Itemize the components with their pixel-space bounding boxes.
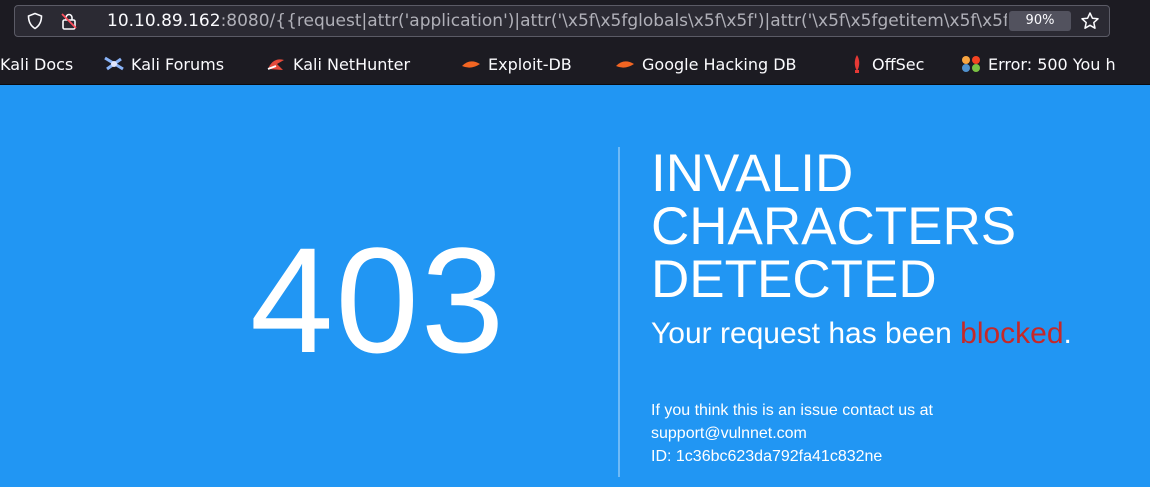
bookmark-label: Exploit-DB xyxy=(488,54,572,74)
bookmark-kali-nethunter[interactable]: Kali NetHunter xyxy=(265,45,410,83)
bookmark-label: Google Hacking DB xyxy=(642,54,797,74)
url-host: 10.10.89.162 xyxy=(107,11,221,31)
bookmark-label: Kali Forums xyxy=(131,54,225,74)
contact-email: support@vulnnet.com xyxy=(651,425,807,442)
contact-line: If you think this is an issue contact us… xyxy=(651,402,933,419)
tracking-protection-shield-icon[interactable] xyxy=(23,6,47,36)
joomla-icon xyxy=(962,56,980,72)
address-bar[interactable]: 10.10.89.162:8080/{{request|attr('applic… xyxy=(14,5,1110,37)
kali-forums-icon xyxy=(104,56,124,71)
insecure-lock-icon[interactable] xyxy=(57,6,81,36)
bookmark-label: OffSec xyxy=(872,54,925,74)
bookmark-google-hacking-db[interactable]: Google Hacking DB xyxy=(614,45,797,83)
error-title-line-2: CHARACTERS xyxy=(651,197,1017,256)
url-path: :8080/{{request|attr('application')|attr… xyxy=(220,11,1007,31)
bookmark-label: Kali NetHunter xyxy=(293,54,411,74)
url-text[interactable]: 10.10.89.162:8080/{{request|attr('applic… xyxy=(107,6,1007,36)
zoom-level-badge[interactable]: 90% xyxy=(1009,11,1071,31)
bookmark-label: Kali Docs xyxy=(0,54,74,74)
bookmark-exploit-db[interactable]: Exploit-DB xyxy=(460,45,572,83)
error-title-line-1: INVALID xyxy=(651,144,854,203)
kali-nethunter-icon xyxy=(267,59,284,70)
blocked-message-prefix: Your request has been xyxy=(651,317,961,350)
vertical-divider xyxy=(618,147,620,477)
offsec-icon xyxy=(854,55,860,73)
blocked-message-suffix: . xyxy=(1063,317,1072,350)
blocked-message: Your request has been blocked. xyxy=(651,316,1131,352)
ghdb-icon xyxy=(616,61,634,68)
bookmarks-toolbar: Kali Docs Kali Forums Kali NetHunter Exp… xyxy=(0,45,1150,83)
browser-chrome: 10.10.89.162:8080/{{request|attr('applic… xyxy=(0,0,1150,85)
error-title: INVALID CHARACTERS DETECTED xyxy=(651,147,1131,306)
bookmark-kali-docs[interactable]: Kali Docs xyxy=(0,45,73,83)
bookmark-offsec[interactable]: OffSec xyxy=(848,45,924,83)
exploit-db-icon xyxy=(462,61,480,68)
contact-info: If you think this is an issue contact us… xyxy=(651,399,1131,468)
bookmark-kali-forums[interactable]: Kali Forums xyxy=(103,45,224,83)
request-id: ID: 1c36bc623da792fa41c832ne xyxy=(651,448,883,465)
error-page: 403 INVALID CHARACTERS DETECTED Your req… xyxy=(0,85,1150,487)
error-title-line-3: DETECTED xyxy=(651,250,937,309)
bookmark-star-icon[interactable] xyxy=(1077,6,1103,36)
bookmark-error-500[interactable]: Error: 500 You h xyxy=(960,45,1116,83)
error-code: 403 xyxy=(250,216,507,384)
bookmark-label: Error: 500 You h xyxy=(988,54,1116,74)
blocked-word: blocked xyxy=(960,317,1064,350)
